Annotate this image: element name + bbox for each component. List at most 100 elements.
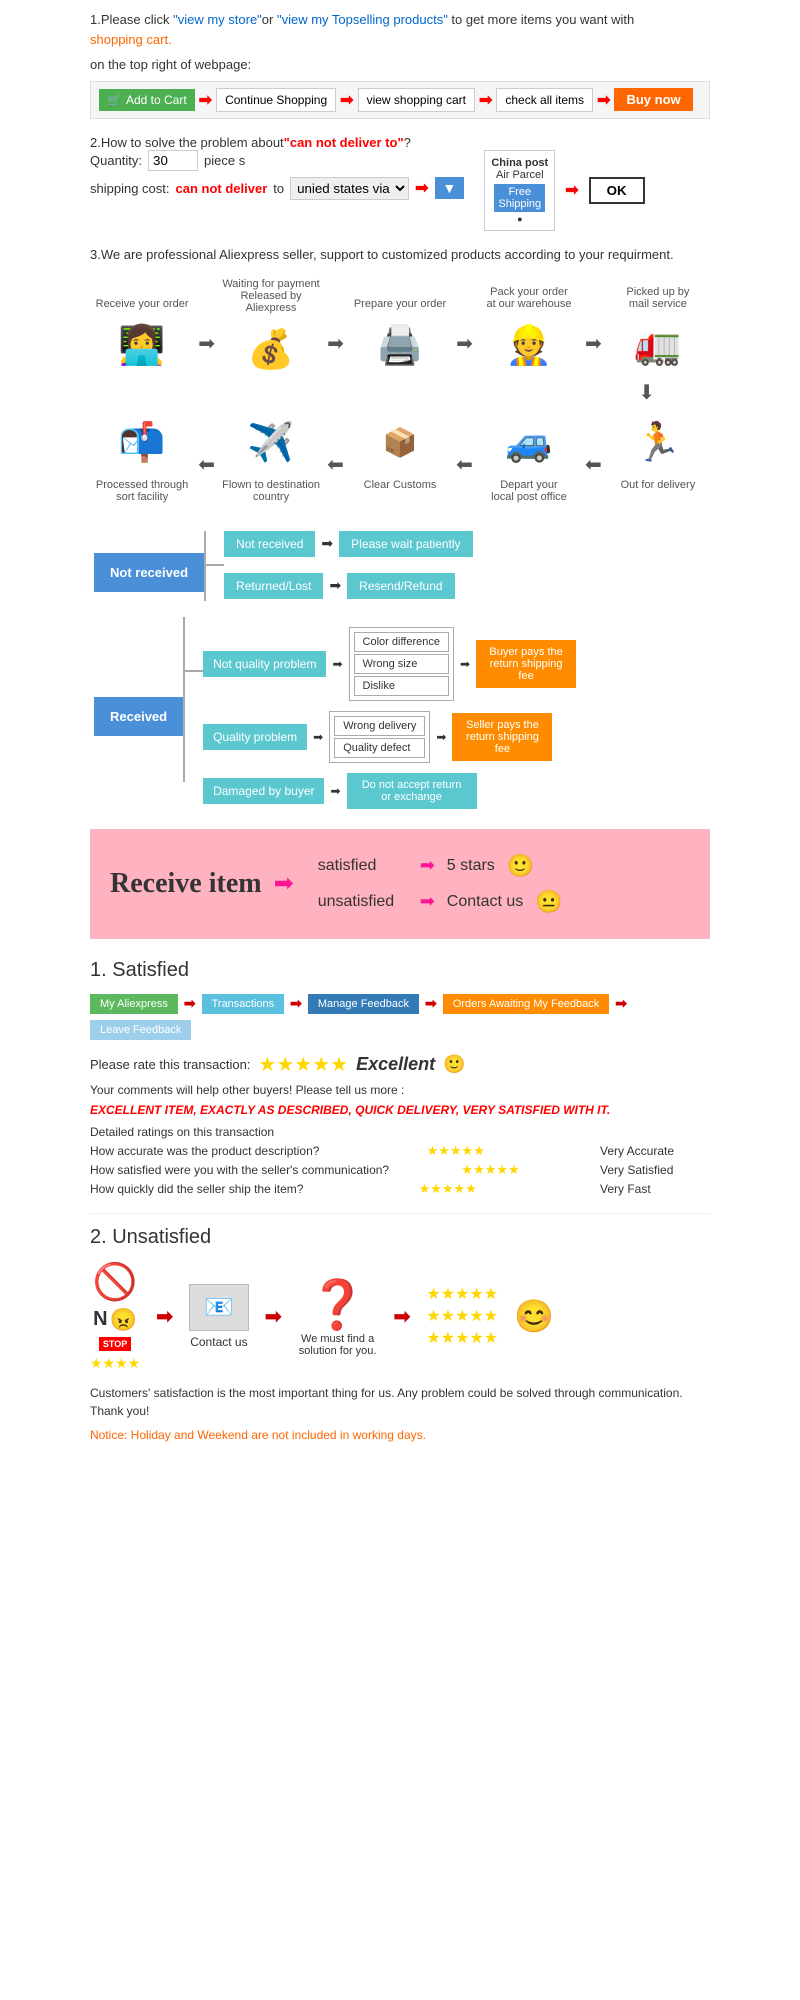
- ok-button[interactable]: OK: [589, 177, 645, 204]
- q1-answer: Very Accurate: [600, 1144, 710, 1158]
- process-step-2: Waiting for paymentReleased by Aliexpres…: [219, 278, 323, 380]
- dot-indicator: ●: [491, 214, 548, 224]
- step3-icon: 🖨️: [360, 316, 440, 376]
- add-to-cart-button[interactable]: 🛒 Add to Cart: [99, 89, 195, 111]
- stars-row2: ★★★★★: [426, 1306, 498, 1326]
- quantity-input[interactable]: [148, 150, 198, 171]
- orders-awaiting-button[interactable]: Orders Awaiting My Feedback: [443, 994, 610, 1014]
- not-received-branch-boxes: Not received ➡ Please wait patiently Ret…: [224, 523, 473, 599]
- arrow-2: ➡: [340, 90, 353, 110]
- email-icon: 📧: [189, 1284, 249, 1331]
- country-select[interactable]: unied states via: [290, 177, 409, 200]
- china-post-box: China post Air Parcel Free Shipping ●: [484, 150, 555, 231]
- china-post-arrow: ➡: [565, 180, 578, 200]
- step5-label: Picked up bymail service: [626, 282, 689, 310]
- section2-text: 2.How to solve the problem about: [90, 135, 284, 150]
- q1-stars: ★★★★★: [427, 1143, 485, 1159]
- process-step-8: 📦 Clear Customs: [348, 413, 452, 507]
- section2-q: ?: [404, 135, 411, 150]
- q-arrow: ➡: [313, 730, 323, 744]
- arrow-1: ➡: [199, 90, 212, 110]
- q3-answer: Very Fast: [600, 1182, 710, 1196]
- buy-now-button[interactable]: Buy now: [614, 88, 692, 111]
- holiday-notice: Notice: Holiday and Weekend are not incl…: [90, 1428, 710, 1442]
- free-label: Free: [508, 186, 531, 198]
- process-step-7: 🚙 Depart yourlocal post office: [477, 413, 581, 507]
- step8-label: Clear Customs: [364, 479, 437, 507]
- not-quality-branch: Not quality problem ➡ Color difference W…: [203, 627, 576, 701]
- not-received-branches: [204, 523, 224, 601]
- view-store-link[interactable]: "view my store": [173, 12, 262, 27]
- low-stars: ★★★★: [90, 1355, 140, 1372]
- process-row2: 🏃 Out for delivery ⬅ 🚙 Depart yourlocal …: [90, 413, 710, 507]
- not-received-box: Not received: [224, 531, 315, 557]
- rate-label: Please rate this transaction:: [90, 1057, 250, 1072]
- received-branch-lines: [183, 617, 203, 782]
- q2-stars: ★★★★★: [461, 1162, 519, 1178]
- china-post-title: China post: [491, 157, 548, 169]
- transactions-button[interactable]: Transactions: [202, 994, 285, 1014]
- step9-label: Flown to destinationcountry: [222, 479, 320, 507]
- received-branches: Not quality problem ➡ Color difference W…: [203, 617, 576, 809]
- no-stop-group: 🚫 N 😠 STOP ★★★★: [90, 1261, 140, 1372]
- unsat-arrow-3: ➡: [394, 1304, 411, 1329]
- shopping-cart-link[interactable]: shopping cart.: [90, 32, 172, 47]
- n-letter: N: [93, 1308, 107, 1331]
- topselling-link[interactable]: "view my Topselling products": [277, 12, 448, 27]
- proc-arrow-7: ⬅: [323, 452, 348, 477]
- step6-label: Out for delivery: [621, 479, 696, 507]
- not-received-main-col: Not received: [94, 523, 204, 592]
- q3-label: How quickly did the seller ship the item…: [90, 1182, 303, 1196]
- wrong-delivery-item: Wrong delivery: [334, 716, 425, 736]
- q2-answer: Very Satisfied: [600, 1163, 710, 1177]
- cannot-deliver-text: "can not deliver to": [284, 135, 404, 150]
- notice-text: Customers' satisfaction is the most impo…: [90, 1384, 710, 1420]
- proc-arrow-5: ⬅: [581, 452, 606, 477]
- email-group: 📧 Contact us: [189, 1284, 249, 1349]
- process-flow: Receive your order 👩‍💻 ➡ Waiting for pay…: [90, 278, 710, 507]
- cart-icon: 🛒: [107, 93, 122, 107]
- section3-text: 3.We are professional Aliexpress seller,…: [90, 247, 710, 262]
- step1-label: Receive your order: [96, 282, 189, 310]
- pink-arrow-icon: ➡: [274, 869, 294, 898]
- proc-arrow-6: ⬅: [452, 452, 477, 477]
- intro-text2: or: [262, 12, 277, 27]
- unsatisfied-title: 2. Unsatisfied: [90, 1226, 710, 1249]
- proc-arrow-1: ➡: [194, 331, 219, 356]
- step4-icon: 👷: [489, 316, 569, 376]
- quality-box: Quality problem: [203, 724, 307, 750]
- dropdown-button[interactable]: ▼: [435, 177, 465, 199]
- no-sign-icon: 🚫: [93, 1261, 138, 1303]
- wait-patiently-box: Please wait patiently: [339, 531, 472, 557]
- rec-line2: [183, 672, 203, 727]
- sat-arrow: ➡: [420, 855, 435, 876]
- arrow-4: ➡: [597, 90, 610, 110]
- flow-arrow-1: ➡: [184, 995, 196, 1012]
- process-step-6: 🏃 Out for delivery: [606, 413, 710, 507]
- detailed-ratings: Detailed ratings on this transaction How…: [90, 1125, 710, 1197]
- check-items-button[interactable]: check all items: [496, 88, 593, 112]
- my-aliexpress-button[interactable]: My Aliexpress: [90, 994, 178, 1014]
- step7-label: Depart yourlocal post office: [491, 479, 567, 507]
- china-post-sub: Air Parcel: [491, 169, 548, 181]
- stop-sign-badge: STOP: [99, 1337, 131, 1351]
- shipping-arrow1: ➡: [415, 178, 428, 198]
- process-step-10: 📬 Processed throughsort facility: [90, 413, 194, 507]
- leave-feedback-button[interactable]: Leave Feedback: [90, 1020, 191, 1040]
- manage-feedback-button[interactable]: Manage Feedback: [308, 994, 419, 1014]
- section2-title: 2.How to solve the problem about"can not…: [90, 135, 710, 150]
- step2-icon: 💰: [231, 320, 311, 380]
- cannot-deliver-label: can not deliver: [176, 181, 268, 196]
- intro-paragraph: 1.Please click "view my store"or "view m…: [90, 10, 710, 49]
- proc-arrow-2: ➡: [323, 331, 348, 356]
- five-stars-text: 5 stars: [447, 857, 495, 875]
- branch1-arrow: ➡: [321, 535, 333, 552]
- no-return-box: Do not accept return or exchange: [347, 773, 477, 809]
- flow-arrow-2: ➡: [290, 995, 302, 1012]
- continue-shopping-button[interactable]: Continue Shopping: [216, 88, 336, 112]
- step5-icon: 🚛: [618, 316, 698, 376]
- section-divider: [90, 1213, 710, 1214]
- view-cart-button[interactable]: view shopping cart: [358, 88, 475, 112]
- excellent-label: Excellent: [356, 1054, 435, 1075]
- quality-items: Wrong delivery Quality defect: [329, 711, 430, 763]
